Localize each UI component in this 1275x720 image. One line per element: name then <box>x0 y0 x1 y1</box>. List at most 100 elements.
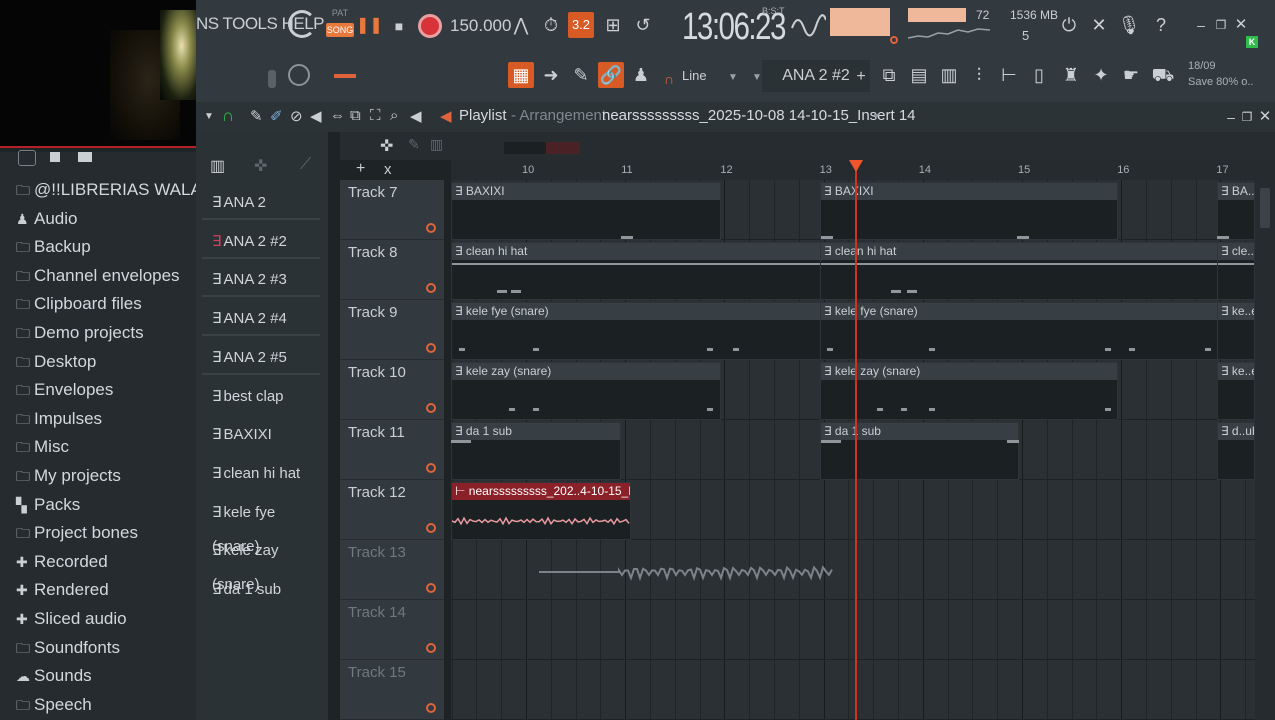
browser-item[interactable]: 🗀 Impulses <box>16 405 102 433</box>
mixer-cross-icon[interactable]: ✕ <box>1086 12 1112 38</box>
main-volume-knob[interactable] <box>288 10 316 38</box>
pattern-clip[interactable]: ∃ ke..e) <box>1217 362 1255 420</box>
brush-icon[interactable]: ✐ <box>270 107 283 125</box>
scrollbar-thumb[interactable] <box>546 142 580 154</box>
track-header[interactable]: Track 7 <box>340 180 444 240</box>
track-header[interactable]: Track 12 <box>340 480 444 540</box>
pat-song-toggle[interactable]: PAT SONG <box>326 8 354 44</box>
track-header[interactable]: Track 15 <box>340 660 444 720</box>
channel-item[interactable]: ∃ best clap <box>202 380 320 414</box>
news-panel[interactable]: 18/09 Save 80% o.. <box>1188 58 1253 90</box>
channel-item[interactable]: ∃ ANA 2 #2 <box>202 225 320 259</box>
channel-item[interactable]: ∃ kele zay (snare) <box>202 534 320 593</box>
plugin-icon[interactable]: ♜ <box>1058 62 1084 88</box>
channel-item[interactable]: ∃ da 1 sub <box>202 573 320 607</box>
playlist-menu-icon[interactable]: ▼ <box>204 111 214 122</box>
browser-item[interactable]: 🗀 Demo projects <box>16 319 144 347</box>
pattern-clip[interactable]: ∃ da 1 sub <box>451 422 621 480</box>
track-header[interactable]: Track 13 <box>340 540 444 600</box>
pattern-clip[interactable]: ∃ kele zay (snare) <box>820 362 1118 420</box>
project-chevron-icon[interactable]: ▼ <box>872 111 881 121</box>
browser-item[interactable]: 🗀 Desktop <box>16 348 96 376</box>
browser-item[interactable]: ▚ Packs <box>16 491 80 519</box>
pencil-icon[interactable]: ✎ <box>250 107 263 125</box>
blend-notes-icon[interactable]: ⊞ <box>600 12 626 38</box>
playhead[interactable] <box>855 160 857 720</box>
pattern-clip[interactable]: ∃ ke..e) <box>1217 302 1255 360</box>
tree-icon[interactable]: ⊢ <box>996 62 1022 88</box>
piano-roll-icon[interactable]: ⧉ <box>876 62 902 88</box>
track-record-icon[interactable] <box>426 523 436 533</box>
browser-item[interactable]: 🗀 Project bones <box>16 519 138 547</box>
track-record-icon[interactable] <box>426 643 436 653</box>
picker-audio-icon[interactable]: ✜ <box>254 156 267 176</box>
stop-icon[interactable]: ■ <box>386 13 412 39</box>
vertical-scrollbar[interactable] <box>1255 180 1275 720</box>
browser-item[interactable]: 🗀 @!!LIBRERIAS WALAM <box>16 176 216 204</box>
browser-item[interactable]: 🗀 Backup <box>16 233 91 261</box>
add-track-icon[interactable]: + <box>356 160 365 178</box>
pattern-clip[interactable]: ∃ cle..t <box>1217 242 1255 300</box>
browser-item[interactable]: ☁ Sounds <box>16 662 92 690</box>
timeline-ruler[interactable]: 10 11 12 13 14 15 16 17 <box>451 160 1275 180</box>
track-header[interactable]: Track 14 <box>340 600 444 660</box>
file-icon[interactable]: ▯ <box>1026 62 1052 88</box>
wait-for-input-icon[interactable]: ⏱ <box>538 12 564 38</box>
delete-icon[interactable]: ⊘ <box>290 107 303 125</box>
slip-icon[interactable]: ⇔ <box>330 107 345 124</box>
picker-patterns-icon[interactable]: ▥ <box>210 156 225 176</box>
hand-icon[interactable]: ☛ <box>1118 62 1144 88</box>
track-record-icon[interactable] <box>426 583 436 593</box>
pause-icon[interactable]: ❚❚ <box>356 13 383 39</box>
pattern-clip[interactable]: ∃ kele fye (snare) <box>820 302 1255 360</box>
browser-item[interactable]: 🗀 Channel envelopes <box>16 262 180 290</box>
help-icon[interactable]: ? <box>1148 12 1174 38</box>
pattern-clip[interactable]: ∃ BAXIXI <box>820 182 1118 240</box>
pattern-clip[interactable]: ∃ clean hi hat <box>820 242 1255 300</box>
track-header[interactable]: Track 11 <box>340 420 444 480</box>
audio-clip[interactable]: ⊢ nearsssssssss_202..4-10-15_Insert 14 <box>451 482 631 540</box>
channel-item[interactable]: ∃ ANA 2 #3 <box>202 263 320 298</box>
channel-item[interactable]: ∃ ANA 2 #4 <box>202 302 320 337</box>
track-record-icon[interactable] <box>426 223 436 233</box>
cart-icon[interactable]: ⛟ <box>1150 62 1176 88</box>
grid-icon[interactable]: ▥ <box>430 136 443 153</box>
channel-item[interactable]: ∃ ANA 2 #5 <box>202 341 320 375</box>
browser-item[interactable]: 🗀 Envelopes <box>16 376 113 404</box>
browser-item[interactable]: ✚ Rendered <box>16 576 109 604</box>
speaker-icon[interactable]: ◀ <box>440 107 452 125</box>
playback-icon[interactable]: ◀ <box>410 107 422 125</box>
browser-tab-icon[interactable] <box>50 152 60 162</box>
pattern-clip[interactable]: ∃ kele zay (snare) <box>451 362 721 420</box>
pattern-clip[interactable]: ∃ da 1 sub <box>820 422 1019 480</box>
track-record-icon[interactable] <box>426 463 436 473</box>
metronome-icon[interactable]: ⋀ <box>508 12 534 38</box>
step-seq-icon[interactable]: ▥ <box>936 62 962 88</box>
paint-icon[interactable]: ✎ <box>568 62 594 88</box>
browser-item[interactable]: ♟ Audio <box>16 205 77 233</box>
browser-item[interactable]: 🗀 Speech <box>16 691 92 719</box>
browser-back-icon[interactable] <box>18 150 36 166</box>
track-lane[interactable] <box>451 660 1255 720</box>
countdown-badge[interactable]: 3.2 <box>568 12 594 38</box>
track-header[interactable]: Track 8 <box>340 240 444 300</box>
playlist-icon[interactable]: ▦ <box>508 62 534 88</box>
playlist-close-icon[interactable]: ✕ <box>1252 104 1275 130</box>
microphone-icon[interactable]: 🎙 <box>1116 12 1142 38</box>
tempo-display[interactable]: 150.000 <box>450 16 511 36</box>
pin-icon[interactable]: ✜ <box>380 136 393 156</box>
link-icon[interactable]: 🔗 <box>598 62 624 88</box>
add-pattern-icon[interactable]: + <box>848 64 874 90</box>
arrow-icon[interactable]: ➜ <box>538 62 564 88</box>
browser-item[interactable]: 🗀 Clipboard files <box>16 290 142 318</box>
tools-icon[interactable]: ✦ <box>1088 62 1114 88</box>
browser-item[interactable]: 🗀 My projects <box>16 462 121 490</box>
pattern-clip[interactable]: ∃ d..ub <box>1217 422 1255 480</box>
chevron-down-icon[interactable]: ▼ <box>728 72 738 83</box>
slice-icon[interactable]: ⧉ <box>350 107 361 124</box>
pattern-chevron-icon[interactable]: ▼ <box>752 72 762 83</box>
track-header[interactable]: Track 9 <box>340 300 444 360</box>
close-icon[interactable]: ✕ <box>1228 12 1254 38</box>
channel-item[interactable]: ∃ kele fye (snare) <box>202 496 320 555</box>
browser-item[interactable]: ✚ Sliced audio <box>16 605 127 633</box>
